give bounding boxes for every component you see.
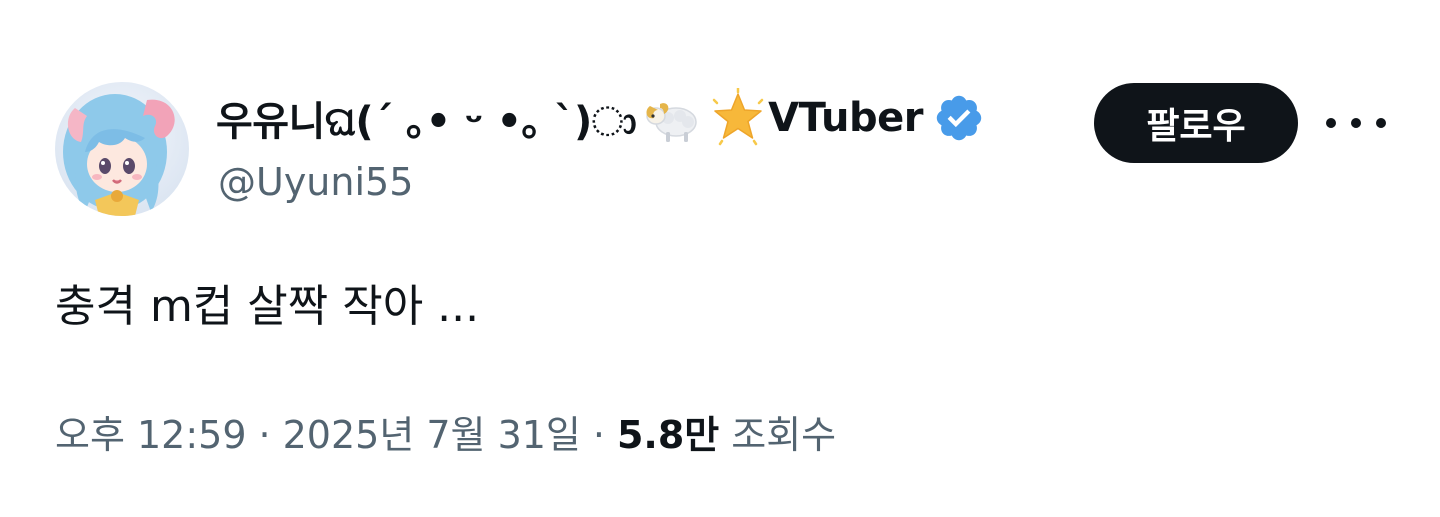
more-dot xyxy=(1351,118,1361,128)
meta-separator: · xyxy=(592,413,605,457)
name-row: 우유니ଘ(´ ｡• ᵕ •｡ `)ා VTuber xyxy=(216,86,985,150)
display-name-tag[interactable]: VTuber xyxy=(768,95,923,141)
views-label: 조회수 xyxy=(731,413,837,457)
views-count: 5.8만 xyxy=(616,413,720,457)
tweet-text: 충격 m컵 살짝 작아 ... xyxy=(55,281,480,332)
tweet-time[interactable]: 오후 12:59 xyxy=(55,404,247,459)
tweet-card: 우유니ଘ(´ ｡• ᵕ •｡ `)ා VTuber @Uyuni55 팔로우 충… xyxy=(0,0,1440,517)
meta-separator: · xyxy=(258,413,271,457)
avatar[interactable] xyxy=(55,82,189,216)
tweet-meta: 오후 12:59 · 2025년 7월 31일 · 5.8만 조회수 xyxy=(55,404,836,459)
ram-emoji-icon xyxy=(642,88,702,148)
user-handle[interactable]: @Uyuni55 xyxy=(218,160,413,204)
more-options-icon[interactable] xyxy=(1326,100,1386,146)
tweet-date[interactable]: 2025년 7월 31일 xyxy=(283,404,581,459)
glowing-star-icon xyxy=(708,88,768,148)
display-name[interactable]: 우유니ଘ(´ ｡• ᵕ •｡ `)ා xyxy=(216,89,637,147)
avatar-image xyxy=(55,82,189,216)
follow-button[interactable]: 팔로우 xyxy=(1094,83,1298,163)
more-dot xyxy=(1376,118,1386,128)
verified-badge-icon[interactable] xyxy=(933,92,985,144)
more-dot xyxy=(1326,118,1336,128)
